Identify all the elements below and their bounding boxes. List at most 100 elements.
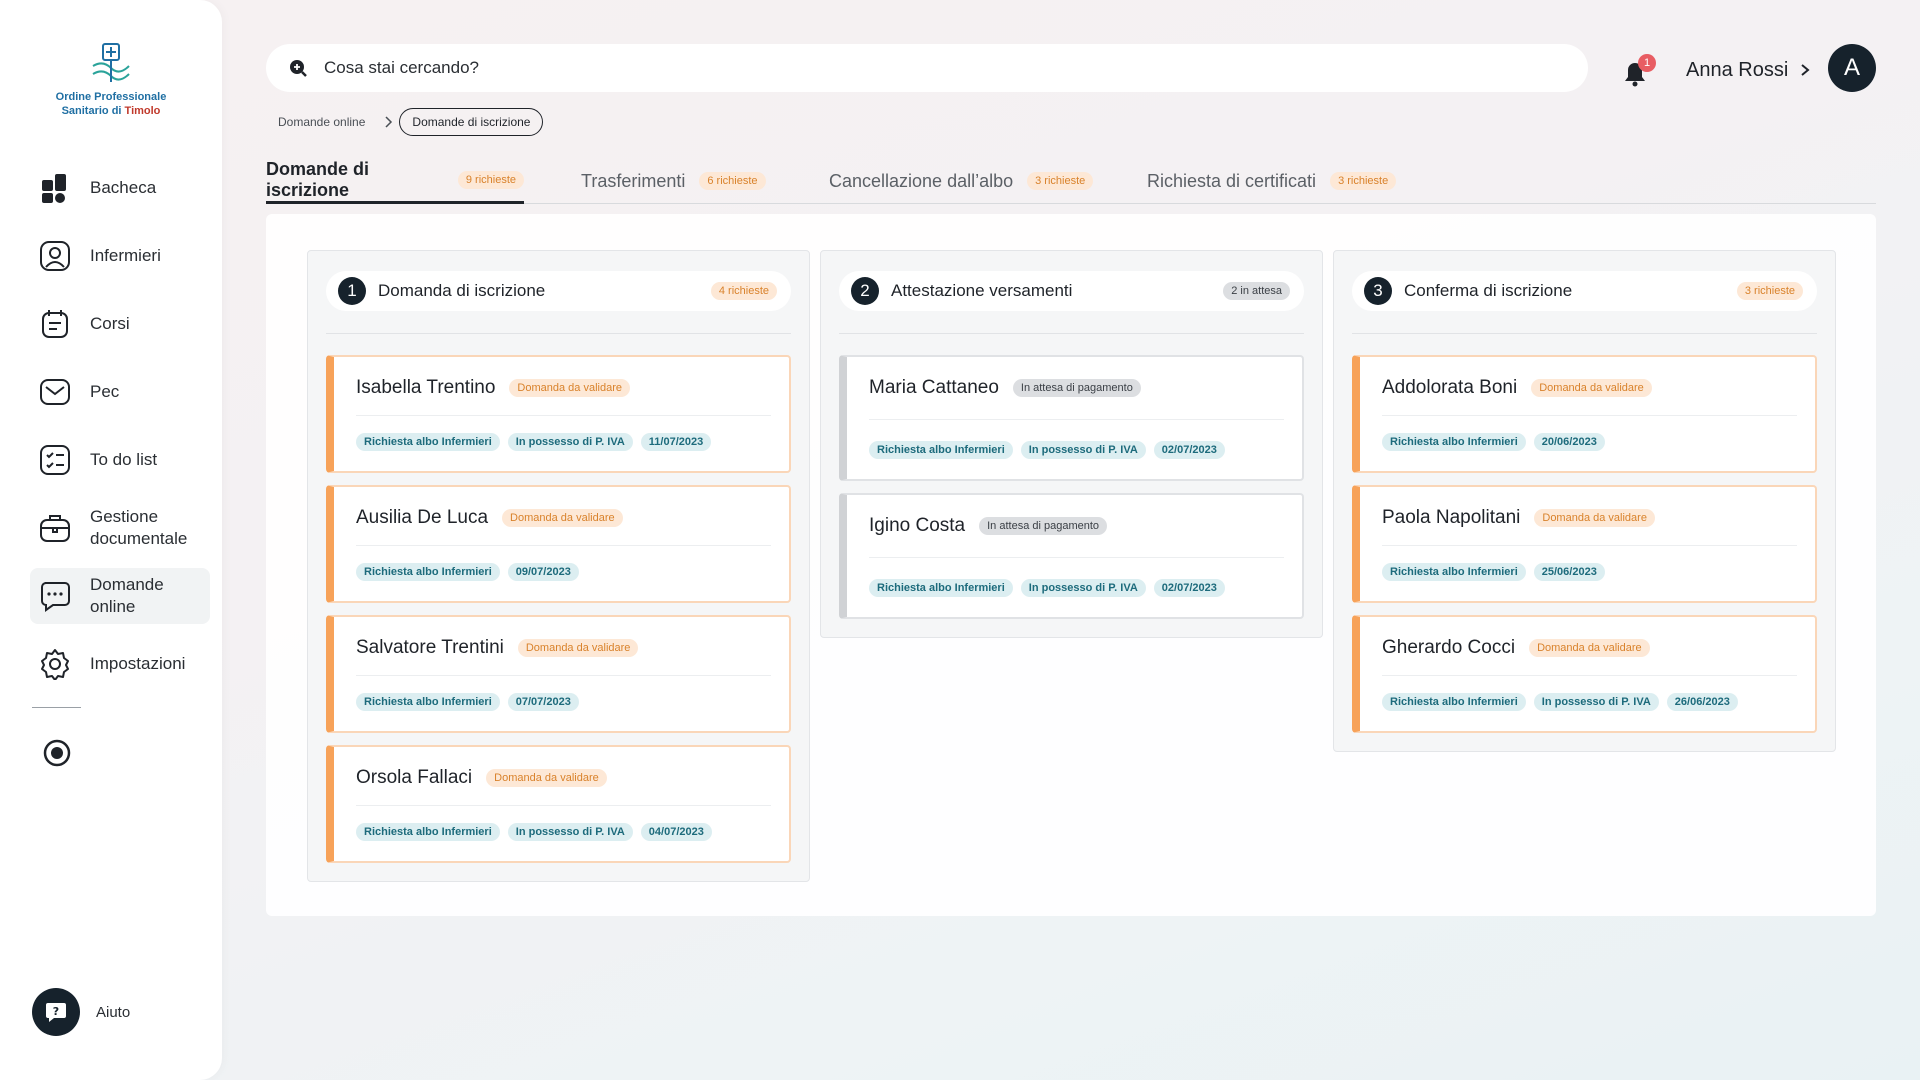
- tab-trasferimenti[interactable]: Trasferimenti 6 richieste: [581, 158, 766, 204]
- applicant-name: Ausilia De Luca: [356, 507, 489, 528]
- applicant-name: Salvatore Trentini: [356, 637, 504, 658]
- sidebar: Ordine Professionale Sanitario di Timolo…: [0, 0, 222, 1080]
- request-card[interactable]: Isabella Trentino Domanda da validare Ric…: [326, 355, 791, 473]
- svg-text:?: ?: [53, 1005, 59, 1018]
- user-icon: [38, 239, 72, 273]
- card-divider: [869, 419, 1284, 420]
- accessibility-toggle[interactable]: [42, 738, 72, 768]
- tag: Richiesta albo Infermieri: [356, 693, 500, 711]
- org-logo[interactable]: Ordine Professionale Sanitario di Timolo: [40, 40, 182, 118]
- search-bar[interactable]: Cosa stai cercando?: [266, 44, 1588, 92]
- sidebar-item-corsi[interactable]: Corsi: [30, 296, 210, 352]
- request-tabs: Domande di iscrizione 9 richieste Trasfe…: [266, 158, 1876, 204]
- notifications-button[interactable]: 1: [1620, 54, 1656, 88]
- user-menu[interactable]: Anna Rossi: [1686, 46, 1810, 94]
- card-divider: [356, 805, 771, 806]
- column-header: 2 Attestazione versamenti 2 in attesa: [839, 271, 1304, 311]
- tab-count-badge: 6 richieste: [699, 172, 766, 190]
- request-card[interactable]: Ausilia De Luca Domanda da validare Richi…: [326, 485, 791, 603]
- eye-icon: [43, 739, 71, 767]
- date-tag: 26/06/2023: [1666, 693, 1738, 711]
- status-badge: Domanda da validare: [486, 769, 607, 787]
- sidebar-item-todo[interactable]: To do list: [30, 432, 210, 488]
- request-card[interactable]: Gherardo Cocci Domanda da validare Richie…: [1352, 615, 1817, 733]
- avatar[interactable]: A: [1828, 44, 1876, 92]
- notification-badge: 1: [1638, 54, 1656, 72]
- sidebar-divider: [32, 707, 81, 708]
- column-domanda-iscrizione: 1 Domanda di iscrizione 4 richieste Isab…: [307, 250, 810, 882]
- column-divider: [1352, 333, 1817, 334]
- sidebar-item-bacheca[interactable]: Bacheca: [30, 160, 210, 216]
- sidebar-item-infermieri[interactable]: Infermieri: [30, 228, 210, 284]
- tab-label: Domande di iscrizione: [266, 158, 370, 200]
- request-card[interactable]: Addolorata Boni Domanda da validare Richi…: [1352, 355, 1817, 473]
- applicant-name: Isabella Trentino: [356, 377, 496, 398]
- card-divider: [356, 415, 771, 416]
- tab-label: Trasferimenti: [581, 170, 686, 191]
- tab-domande-iscrizione[interactable]: Domande di iscrizione 9 richieste: [266, 158, 524, 204]
- status-badge: Domanda da validare: [517, 639, 639, 657]
- breadcrumb-current[interactable]: Domande di iscrizione: [399, 108, 544, 136]
- tag: In possesso di P. IVA: [507, 823, 633, 841]
- help-icon: ?: [32, 988, 80, 1036]
- chevron-right-icon: [1801, 64, 1810, 76]
- tag: Richiesta albo Infermieri: [356, 563, 500, 581]
- search-input[interactable]: Cosa stai cercando?: [324, 58, 479, 78]
- date-tag: 02/07/2023: [1153, 441, 1225, 459]
- column-divider: [326, 333, 791, 334]
- tag: Richiesta albo Infermieri: [869, 579, 1013, 597]
- tab-count-badge: 3 richieste: [1027, 172, 1094, 190]
- card-divider: [1382, 545, 1797, 546]
- briefcase-icon: [38, 511, 72, 545]
- applicant-name: Orsola Fallaci: [356, 767, 473, 788]
- tag: In possesso di P. IVA: [1020, 441, 1146, 459]
- status-badge: Domanda da validare: [509, 379, 630, 397]
- sidebar-item-gestione-documentale[interactable]: Gestione documentale: [30, 500, 210, 556]
- tag: In possesso di P. IVA: [507, 433, 633, 451]
- sidebar-item-label: Infermieri: [90, 246, 161, 265]
- card-divider: [356, 545, 771, 546]
- caduceus-icon: [92, 43, 130, 82]
- breadcrumb: Domande online Domande di iscrizione: [266, 108, 544, 136]
- mail-icon: [38, 375, 72, 409]
- org-name-prefix: Sanitario di: [61, 105, 125, 117]
- gear-icon: [38, 647, 72, 681]
- date-tag: 25/06/2023: [1533, 563, 1605, 581]
- column-header: 1 Domanda di iscrizione 4 richieste: [326, 271, 791, 311]
- sidebar-item-pec[interactable]: Pec: [30, 364, 210, 420]
- column-title: Conferma di iscrizione: [1404, 281, 1573, 300]
- column-conferma-iscrizione: 3 Conferma di iscrizione 3 richieste Add…: [1333, 250, 1836, 752]
- help-label: Aiuto: [96, 1003, 131, 1021]
- step-number: 1: [338, 277, 366, 305]
- request-card[interactable]: Igino Costa In attesa di pagamento Richie…: [839, 493, 1304, 619]
- card-divider: [1382, 675, 1797, 676]
- tag: Richiesta albo Infermieri: [356, 433, 500, 451]
- tab-certificati[interactable]: Richiesta di certificati 3 richieste: [1147, 158, 1397, 204]
- applicant-name: Paola Napolitani: [1382, 507, 1521, 528]
- sidebar-item-impostazioni[interactable]: Impostazioni: [30, 636, 210, 692]
- request-card[interactable]: Paola Napolitani Domanda da validare Rich…: [1352, 485, 1817, 603]
- request-card[interactable]: Orsola Fallaci Domanda da validare Richie…: [326, 745, 791, 863]
- column-count-badge: 3 richieste: [1736, 282, 1803, 300]
- tag: Richiesta albo Infermieri: [1382, 433, 1526, 451]
- column-title: Domanda di iscrizione: [378, 281, 546, 300]
- date-tag: 04/07/2023: [640, 823, 712, 841]
- search-icon: [290, 60, 307, 77]
- chat-icon: [38, 579, 72, 613]
- request-card[interactable]: Salvatore Trentini Domanda da validare Ri…: [326, 615, 791, 733]
- tab-cancellazione[interactable]: Cancellazione dall’albo 3 richieste: [829, 158, 1094, 204]
- sidebar-item-label: Pec: [90, 382, 120, 401]
- sidebar-item-domande-online[interactable]: Domande online: [30, 568, 210, 624]
- org-name-line1: Ordine Professionale: [55, 91, 167, 103]
- help-button[interactable]: ? Aiuto: [32, 988, 130, 1036]
- status-badge: Domanda da validare: [1531, 379, 1652, 397]
- date-tag: 09/07/2023: [507, 563, 579, 581]
- sidebar-item-label: Impostazioni: [90, 654, 186, 673]
- breadcrumb-parent[interactable]: Domande online: [266, 109, 377, 135]
- status-badge: In attesa di pagamento: [979, 517, 1108, 535]
- card-divider: [356, 675, 771, 676]
- status-badge: Domanda da validare: [502, 509, 623, 527]
- tag: Richiesta albo Infermieri: [869, 441, 1013, 459]
- request-card[interactable]: Maria Cattaneo In attesa di pagamento Ric…: [839, 355, 1304, 481]
- tag: In possesso di P. IVA: [1020, 579, 1146, 597]
